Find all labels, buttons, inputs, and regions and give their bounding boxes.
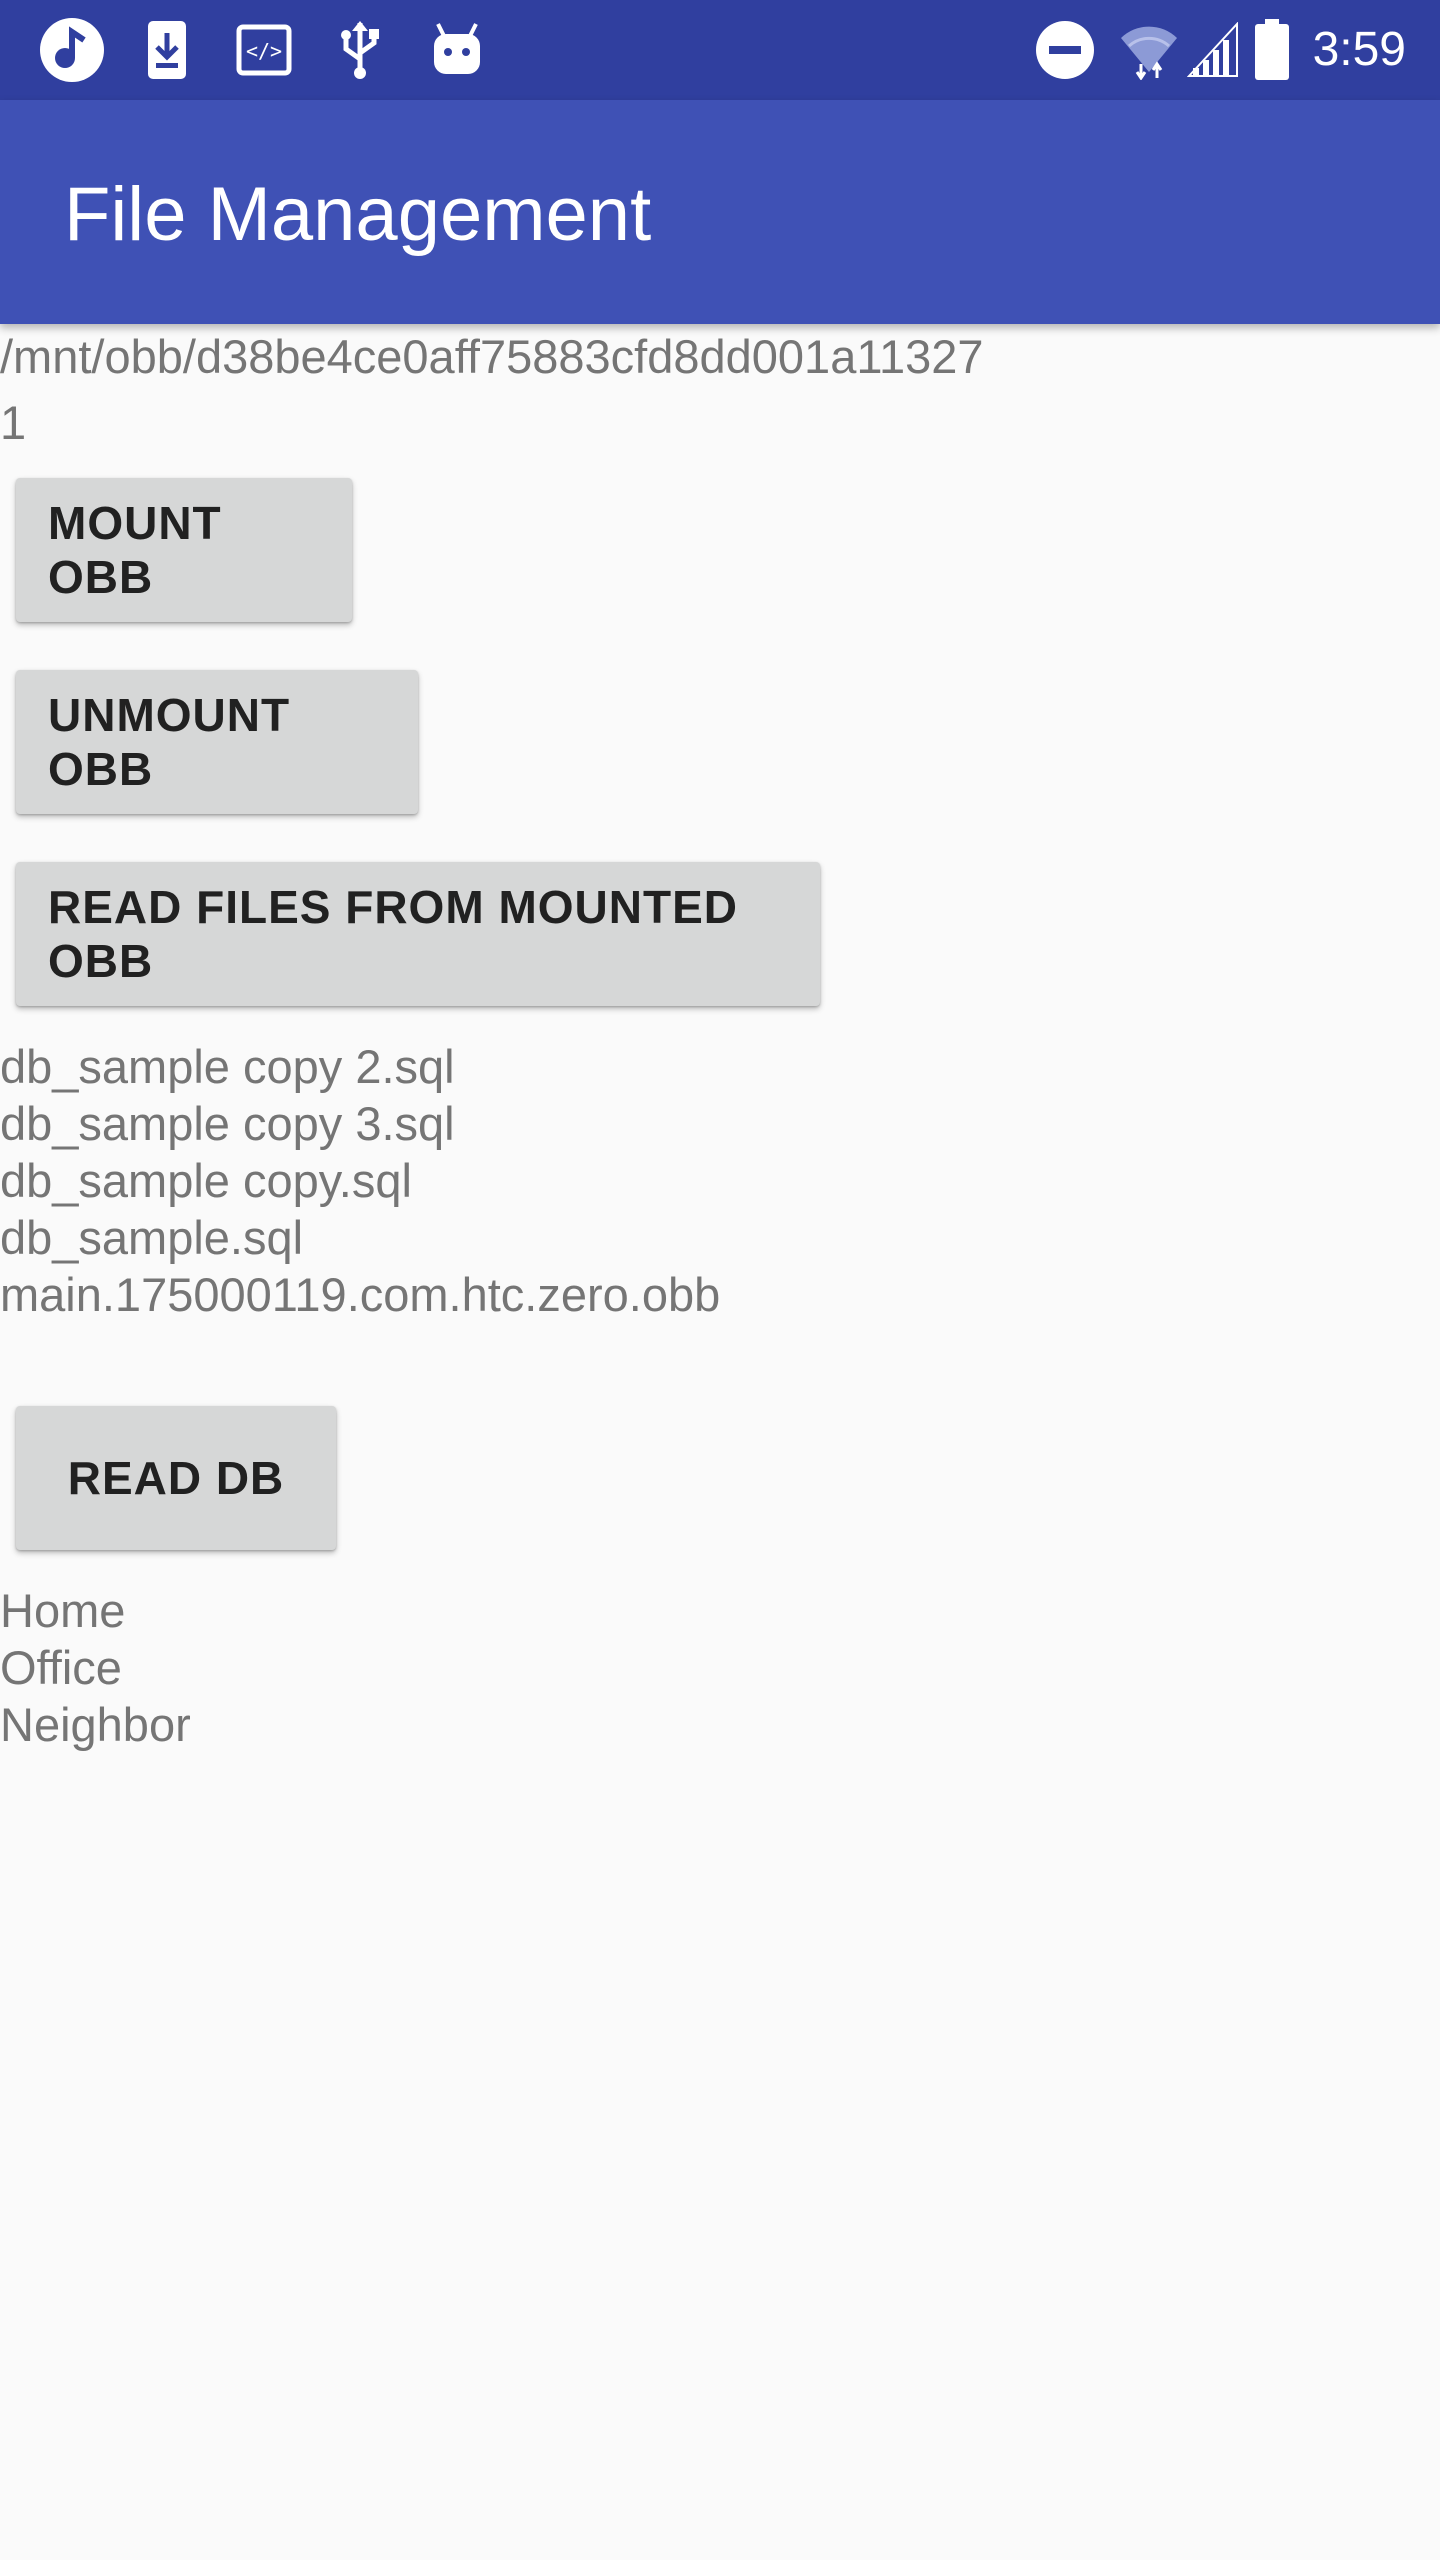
list-item: db_sample copy 2.sql <box>0 1040 455 1093</box>
list-item: db_sample copy 3.sql <box>0 1097 455 1150</box>
list-item: db_sample.sql <box>0 1211 304 1264</box>
read-files-button[interactable]: READ FILES FROM MOUNTED OBB <box>16 862 820 1006</box>
app-bar: File Management <box>0 100 1440 324</box>
android-debug-icon <box>430 18 484 82</box>
wifi-icon <box>1118 18 1180 82</box>
do-not-disturb-icon <box>1034 18 1096 82</box>
page-title: File Management <box>64 172 652 257</box>
cell-signal-icon <box>1186 18 1240 82</box>
read-db-button[interactable]: READ DB <box>16 1406 336 1550</box>
mount-status-text: 1 <box>0 396 27 449</box>
download-icon <box>144 18 190 82</box>
status-bar: </> 3:59 <box>0 0 1440 100</box>
app-notification-icon <box>36 18 108 82</box>
list-item: db_sample copy.sql <box>0 1154 412 1207</box>
unmount-obb-button[interactable]: UNMOUNT OBB <box>16 670 418 814</box>
list-item: Office <box>0 1641 122 1694</box>
clock: 3:59 <box>1312 23 1406 76</box>
list-item: main.175000119.com.htc.zero.obb <box>0 1268 721 1321</box>
list-item: Neighbor <box>0 1698 191 1751</box>
code-icon: </> <box>234 18 294 82</box>
db-result-list: Home Office Neighbor <box>0 1582 191 1753</box>
battery-icon <box>1252 18 1292 82</box>
usb-icon <box>336 18 384 82</box>
list-item: Home <box>0 1584 126 1637</box>
file-list: db_sample copy 2.sql db_sample copy 3.sq… <box>0 1038 720 1323</box>
svg-text:</>: </> <box>246 39 282 63</box>
mount-obb-button[interactable]: MOUNT OBB <box>16 478 352 622</box>
obb-path-text: /mnt/obb/d38be4ce0aff75883cfd8dd001a1132… <box>0 330 984 383</box>
